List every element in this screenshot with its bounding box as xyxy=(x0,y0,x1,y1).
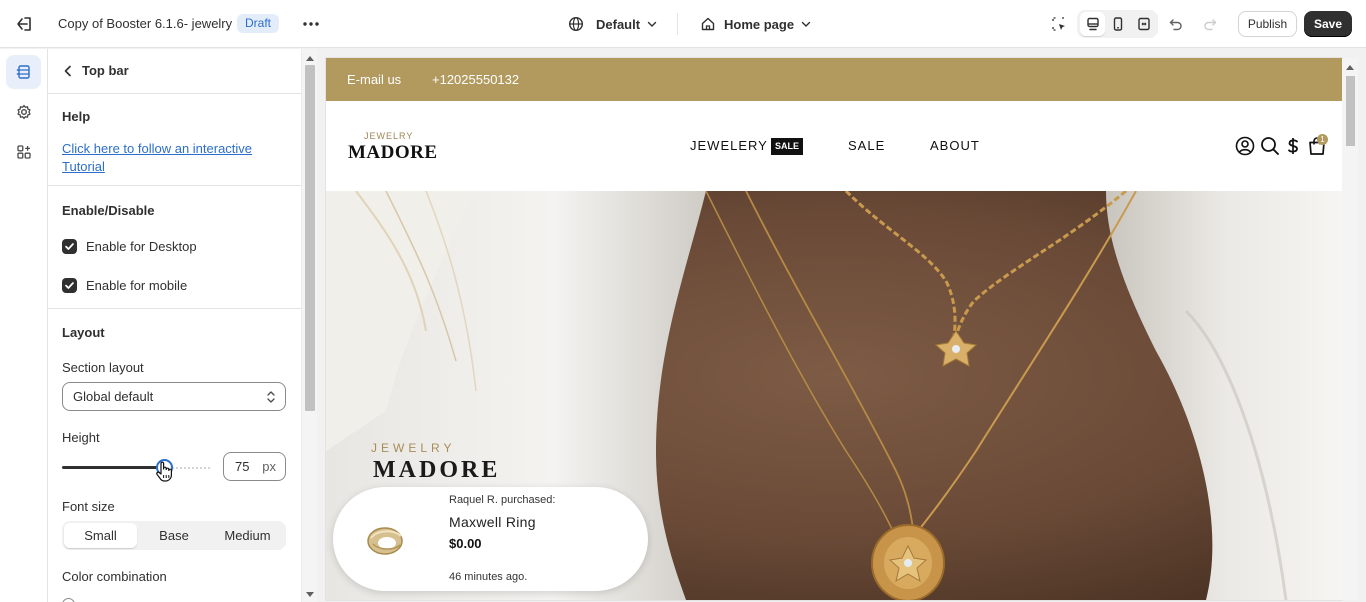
undo-icon[interactable] xyxy=(1165,13,1187,35)
store-header: JEWELRY MADORE JEWELERY SALE SALE ABOUT … xyxy=(326,101,1342,191)
logo-big-text: MADORE xyxy=(348,142,438,163)
apps-icon xyxy=(16,144,32,160)
color-combination-radio[interactable] xyxy=(62,598,75,602)
ring-thumbnail xyxy=(363,520,407,560)
scroll-up-icon[interactable] xyxy=(1346,64,1354,70)
hero-image: JEWELRY MADORE Raquel R. purchased: Maxw… xyxy=(326,191,1342,600)
font-size-base[interactable]: Base xyxy=(137,523,211,548)
sales-popup[interactable]: Raquel R. purchased: Maxwell Ring $0.00 … xyxy=(333,487,648,591)
phone-link[interactable]: +12025550132 xyxy=(432,72,519,87)
popup-product[interactable]: Maxwell Ring xyxy=(449,514,536,530)
save-button[interactable]: Save xyxy=(1304,11,1352,37)
theme-name: Copy of Booster 6.1.6- jewelry xyxy=(58,16,233,31)
scroll-down-icon[interactable] xyxy=(306,592,314,598)
panel-scroll-thumb[interactable] xyxy=(305,65,315,411)
preview-scroll-thumb[interactable] xyxy=(1346,76,1355,146)
settings-panel: Top bar Help Click here to follow an int… xyxy=(48,49,301,602)
page-selector[interactable]: Home page xyxy=(700,14,812,34)
redo-icon[interactable] xyxy=(1199,13,1221,35)
popup-price: $0.00 xyxy=(449,536,482,551)
apps-rail-button[interactable] xyxy=(6,135,41,169)
section-layout-value: Global default xyxy=(73,389,154,404)
layout-heading: Layout xyxy=(62,325,105,340)
select-arrows-icon xyxy=(266,390,276,404)
viewport-switcher xyxy=(1077,10,1158,38)
account-icon[interactable] xyxy=(1234,135,1256,157)
chevron-down-icon xyxy=(800,18,812,30)
height-input[interactable]: 75 px xyxy=(223,452,286,481)
section-divider xyxy=(48,308,301,309)
nav-about[interactable]: ABOUT xyxy=(930,138,980,153)
help-heading: Help xyxy=(62,109,91,124)
language-label: Default xyxy=(596,16,641,32)
sections-rail-button[interactable] xyxy=(6,55,41,89)
fullwidth-view-icon[interactable] xyxy=(1131,12,1156,36)
logo-small-text: JEWELRY xyxy=(364,131,414,141)
nav-sale[interactable]: SALE xyxy=(848,138,885,153)
enable-mobile-checkbox[interactable]: Enable for mobile xyxy=(62,276,187,294)
checkmark-icon xyxy=(62,238,77,254)
height-unit: px xyxy=(262,459,276,474)
publish-button[interactable]: Publish xyxy=(1238,11,1297,37)
hand-cursor-icon xyxy=(154,460,174,482)
font-size-label: Font size xyxy=(62,499,115,514)
status-badge: Draft xyxy=(237,14,280,33)
font-size-medium[interactable]: Medium xyxy=(211,523,284,548)
font-size-segmented: Small Base Medium xyxy=(62,521,286,550)
editor-rail xyxy=(0,49,48,602)
search-icon[interactable] xyxy=(1259,135,1281,157)
enable-mobile-label: Enable for mobile xyxy=(86,277,188,293)
promo-top-bar: E-mail us +12025550132 xyxy=(326,58,1342,101)
hero-brand-small: JEWELRY xyxy=(371,441,456,455)
email-link[interactable]: E-mail us xyxy=(347,72,401,87)
chevron-down-icon xyxy=(646,18,658,30)
height-label: Height xyxy=(62,430,100,445)
panel-header: Top bar xyxy=(48,49,301,94)
sections-icon xyxy=(16,64,32,80)
header-divider xyxy=(677,13,678,35)
nav-jewelery[interactable]: JEWELERY xyxy=(690,138,768,153)
currency-icon[interactable] xyxy=(1282,135,1304,157)
more-actions-icon[interactable] xyxy=(300,13,322,35)
color-combination-label: Color combination xyxy=(62,569,167,584)
enable-desktop-label: Enable for Desktop xyxy=(86,238,197,254)
preview-scrollbar[interactable] xyxy=(1342,58,1358,600)
height-value: 75 xyxy=(235,459,250,474)
panel-title: Top bar xyxy=(82,63,129,78)
home-icon xyxy=(700,16,716,32)
globe-icon xyxy=(568,16,584,32)
page-label: Home page xyxy=(724,16,795,32)
popup-time: 46 minutes ago. xyxy=(449,571,528,583)
exit-icon[interactable] xyxy=(14,14,34,34)
panel-scrollbar[interactable] xyxy=(301,49,317,602)
section-divider xyxy=(48,185,301,186)
section-layout-select[interactable]: Global default xyxy=(62,382,286,411)
inspector-icon[interactable] xyxy=(1048,13,1070,35)
enable-heading: Enable/Disable xyxy=(62,203,155,218)
section-layout-label: Section layout xyxy=(62,360,144,375)
theme-settings-rail-button[interactable] xyxy=(6,95,41,129)
store-preview: E-mail us +12025550132 JEWELRY MADORE JE… xyxy=(326,58,1342,600)
language-selector[interactable]: Default xyxy=(568,14,658,34)
desktop-view-icon[interactable] xyxy=(1080,12,1105,36)
cart-count-badge: 1 xyxy=(1317,134,1328,145)
height-slider-track[interactable] xyxy=(62,466,163,469)
gear-icon xyxy=(16,104,32,120)
font-size-small[interactable]: Small xyxy=(64,523,137,548)
checkmark-icon xyxy=(62,277,77,293)
mobile-view-icon[interactable] xyxy=(1105,12,1130,36)
editor-topbar: Copy of Booster 6.1.6- jewelry Draft Def… xyxy=(0,0,1366,48)
chevron-left-icon[interactable] xyxy=(61,64,75,78)
popup-purchaser: Raquel R. purchased: xyxy=(449,494,556,506)
hero-brand-big: MADORE xyxy=(373,457,501,483)
tutorial-link[interactable]: Click here to follow an interactive Tuto… xyxy=(62,140,272,176)
enable-desktop-checkbox[interactable]: Enable for Desktop xyxy=(62,237,197,255)
nav-sale-badge: SALE xyxy=(771,138,804,155)
scroll-up-icon[interactable] xyxy=(306,55,314,61)
